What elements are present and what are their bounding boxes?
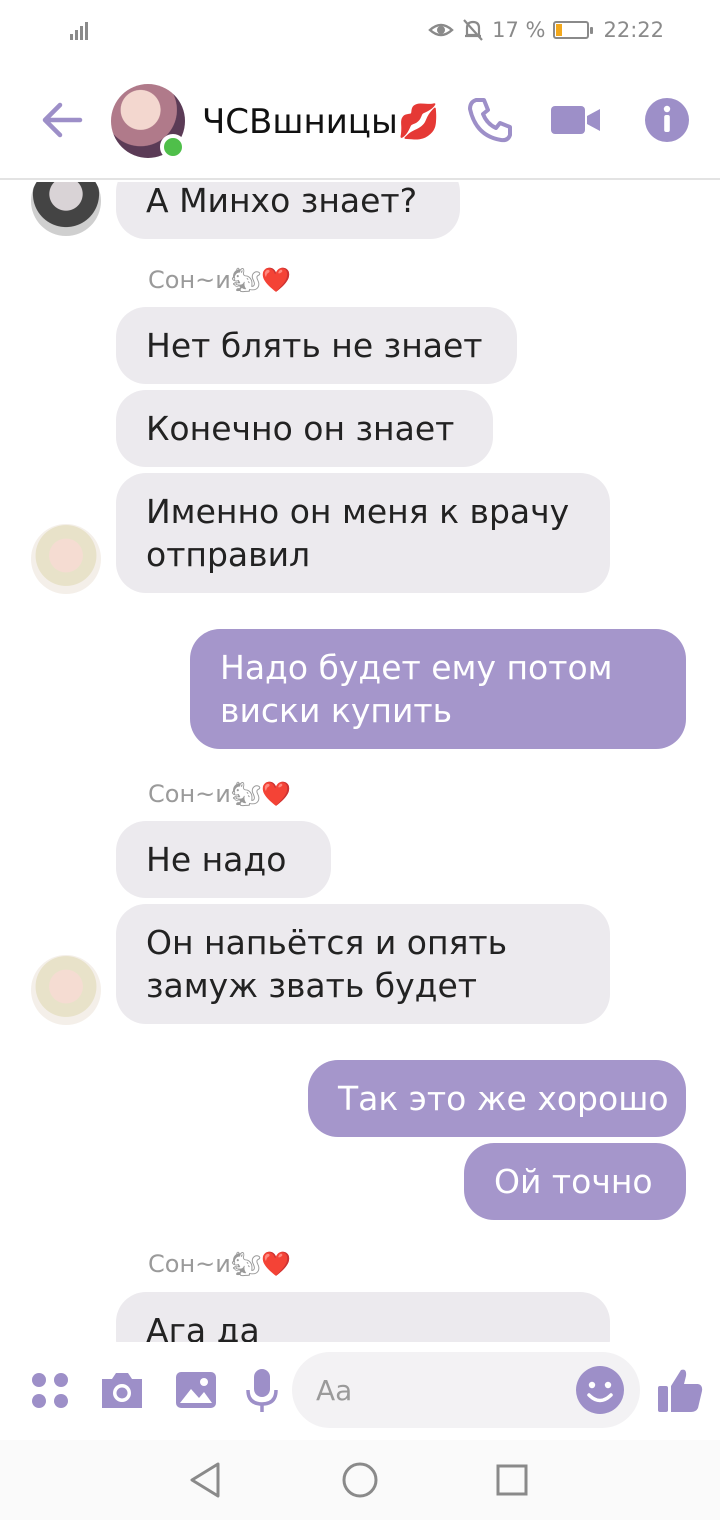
like-button[interactable] xyxy=(654,1364,706,1416)
sender-avatar[interactable] xyxy=(31,524,101,594)
camera-button[interactable] xyxy=(96,1364,148,1416)
message-input[interactable] xyxy=(316,1364,576,1416)
message-outgoing[interactable]: Надо будет ему потом виски купить xyxy=(190,629,686,749)
message-incoming[interactable]: Не надо xyxy=(116,821,331,898)
sender-avatar[interactable] xyxy=(31,182,101,236)
info-icon xyxy=(645,98,689,142)
message-incoming[interactable]: Нет блять не знает xyxy=(116,307,517,384)
camera-icon xyxy=(102,1373,142,1408)
info-button[interactable] xyxy=(640,92,696,148)
sender-avatar[interactable] xyxy=(31,955,101,1025)
video-camera-icon xyxy=(551,106,600,134)
back-button[interactable] xyxy=(36,92,92,148)
message-line: Надо будет ему потом xyxy=(220,648,613,687)
message-input-wrapper xyxy=(292,1352,640,1428)
message-line: виски купить xyxy=(220,691,453,730)
message-incoming[interactable]: Он напьётся и опять замуж звать будет xyxy=(116,904,610,1024)
message-incoming[interactable]: Именно он меня к врачу отправил xyxy=(116,473,610,593)
call-button[interactable] xyxy=(462,92,518,148)
signal-icon xyxy=(70,20,94,40)
battery-fill xyxy=(556,24,562,36)
composer-bar xyxy=(0,1342,720,1440)
message-incoming[interactable]: Конечно он знает xyxy=(116,390,493,467)
sender-name: Сон~и🐿❤️ xyxy=(148,780,292,808)
message-line: отправил xyxy=(146,535,311,574)
chat-title[interactable]: ЧСВшницы💋 xyxy=(202,102,440,142)
microphone-button[interactable] xyxy=(236,1364,288,1416)
arrow-left-icon xyxy=(42,102,83,138)
message-incoming[interactable]: Ага да xyxy=(116,1292,610,1342)
video-call-button[interactable] xyxy=(548,92,604,148)
thumbs-up-icon xyxy=(658,1369,703,1412)
circle-home-icon xyxy=(342,1462,378,1498)
nav-recents-button[interactable] xyxy=(490,1458,534,1502)
online-indicator xyxy=(160,134,186,160)
message-outgoing[interactable]: Ой точно xyxy=(464,1143,686,1220)
gallery-button[interactable] xyxy=(170,1364,222,1416)
phone-icon xyxy=(468,98,512,143)
bell-off-icon xyxy=(463,19,483,41)
gallery-icon xyxy=(176,1372,216,1408)
battery-percent: 17 % xyxy=(492,18,546,42)
message-line: замуж звать будет xyxy=(146,966,478,1005)
system-nav-bar xyxy=(0,1440,720,1520)
emoji-icon xyxy=(576,1366,624,1414)
emoji-button[interactable] xyxy=(574,1364,626,1416)
message-list[interactable]: А Минхо знает? Сон~и🐿❤️ Нет блять не зна… xyxy=(0,182,720,1342)
status-right: 17 % 22:22 xyxy=(428,18,664,42)
apps-button[interactable] xyxy=(24,1364,76,1416)
apps-icon xyxy=(32,1373,68,1408)
sender-name: Сон~и🐿❤️ xyxy=(148,1250,292,1278)
nav-home-button[interactable] xyxy=(338,1458,382,1502)
status-bar: 17 % 22:22 xyxy=(0,0,720,62)
message-line: Он напьётся и опять xyxy=(146,923,508,962)
square-recents-icon xyxy=(496,1464,528,1496)
battery-icon xyxy=(553,21,594,39)
message-outgoing[interactable]: Так это же хорошо xyxy=(308,1060,686,1137)
microphone-icon xyxy=(246,1369,278,1412)
triangle-back-icon xyxy=(190,1462,220,1498)
clock: 22:22 xyxy=(603,18,664,42)
nav-back-button[interactable] xyxy=(184,1458,228,1502)
chat-header: ЧСВшницы💋 xyxy=(0,62,720,180)
message-incoming[interactable]: А Минхо знает? xyxy=(116,182,460,239)
message-line: Именно он меня к врачу xyxy=(146,492,570,531)
eye-icon xyxy=(428,23,454,37)
sender-name: Сон~и🐿❤️ xyxy=(148,266,292,294)
